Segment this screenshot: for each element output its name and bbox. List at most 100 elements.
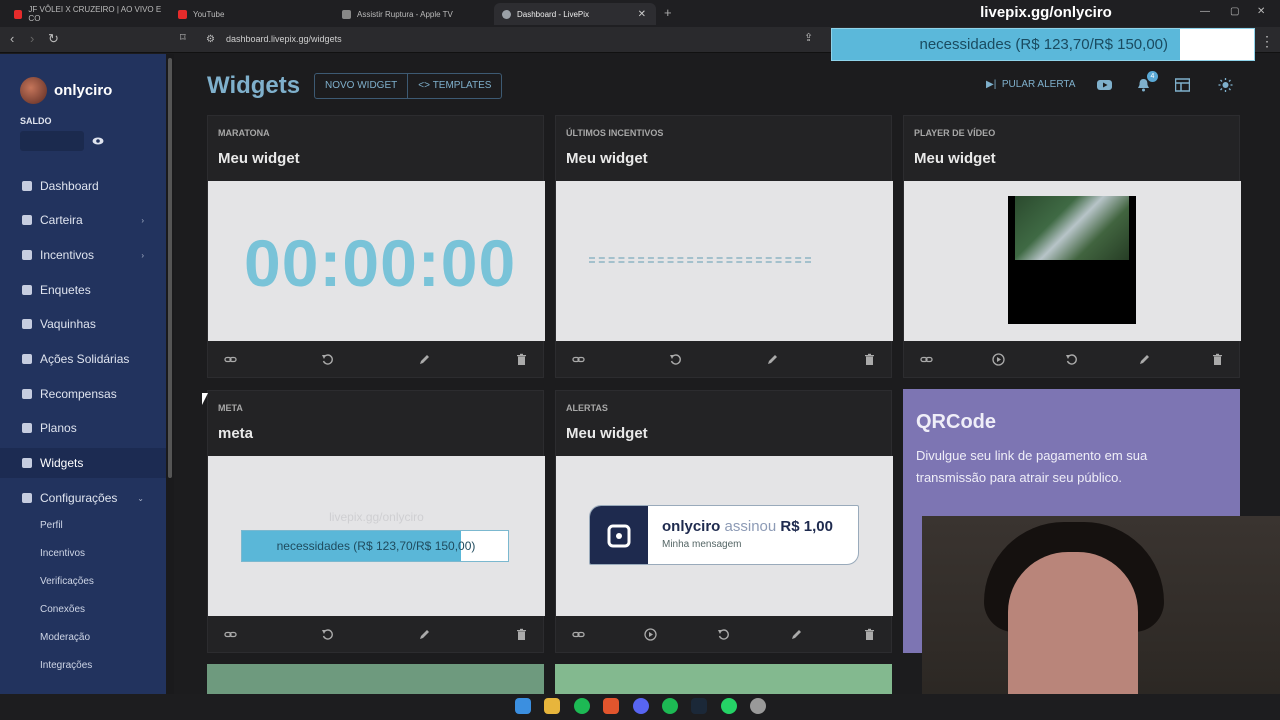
reset-icon[interactable]: [717, 628, 730, 641]
sidebar-item-dashboard[interactable]: Dashboard: [0, 171, 166, 201]
minimize-icon[interactable]: —: [1200, 6, 1210, 17]
whatsapp-icon[interactable]: [721, 698, 737, 714]
sidebar-item-vaquinhas[interactable]: Vaquinhas: [0, 309, 166, 339]
widget-type: PLAYER DE VÍDEO: [914, 128, 996, 138]
reset-icon[interactable]: [321, 628, 334, 641]
widget-type: META: [218, 403, 243, 413]
edit-icon[interactable]: [790, 628, 803, 641]
livepix-logo-icon: [590, 506, 648, 564]
file-explorer-icon[interactable]: [544, 698, 560, 714]
windows-start-icon[interactable]: [515, 698, 531, 714]
discord-icon[interactable]: [633, 698, 649, 714]
sidebar-item-incentivos[interactable]: Incentivos ›: [0, 240, 166, 270]
sun-icon[interactable]: [1218, 78, 1233, 92]
sidebar-item-recompensas[interactable]: Recompensas: [0, 379, 166, 409]
sidebar-subitem-incentivos[interactable]: Incentivos: [40, 548, 85, 559]
trash-icon[interactable]: [1211, 353, 1224, 366]
link-icon[interactable]: [224, 353, 237, 366]
sidebar-subitem-integracoes[interactable]: Integrações: [40, 660, 92, 671]
play-icon[interactable]: [992, 353, 1005, 366]
link-icon[interactable]: [224, 628, 237, 641]
tab-label: Assistir Ruptura - Apple TV: [357, 9, 453, 19]
forward-icon[interactable]: ›: [30, 31, 34, 46]
sidebar-scroll-thumb[interactable]: [168, 58, 172, 478]
new-widget-button[interactable]: NOVO WIDGET: [315, 74, 407, 98]
sidebar-item-planos[interactable]: Planos: [0, 413, 166, 443]
share-icon[interactable]: ⇪: [804, 31, 813, 44]
browser-menu-icon[interactable]: ⋮: [1260, 33, 1274, 50]
balance-label: SALDO: [20, 116, 52, 126]
sidebar-item-widgets[interactable]: Widgets: [0, 448, 166, 478]
sidebar-item-label: Enquetes: [40, 283, 91, 297]
widgets-icon: [22, 458, 32, 468]
sidebar-item-carteira[interactable]: Carteira ›: [0, 205, 166, 235]
reset-icon[interactable]: [669, 353, 682, 366]
sidebar-item-label: Widgets: [40, 456, 84, 470]
youtube-icon[interactable]: [1097, 78, 1112, 92]
reload-icon[interactable]: ↻: [48, 31, 59, 47]
heart-hand-icon: [22, 354, 32, 364]
avatar[interactable]: [20, 77, 47, 104]
bookmark-icon[interactable]: ⌑: [180, 31, 186, 44]
alert-preview: onlyciro assinou R$ 1,00 Minha mensagem: [589, 505, 859, 565]
goal-ghost-url: livepix.gg/onlyciro: [329, 510, 424, 524]
trash-icon[interactable]: [515, 353, 528, 366]
mouse-cursor: [202, 393, 208, 405]
spotify-icon[interactable]: [662, 698, 678, 714]
tab-apple-tv[interactable]: Assistir Ruptura - Apple TV: [334, 3, 494, 25]
sidebar-item-acoes-solidarias[interactable]: Ações Solidárias: [0, 344, 166, 374]
home-icon: [22, 181, 32, 191]
youtube-favicon-icon: [178, 9, 187, 19]
sidebar-subitem-verificacoes[interactable]: Verificações: [40, 576, 94, 587]
trash-icon[interactable]: [515, 628, 528, 641]
sidebar-item-enquetes[interactable]: Enquetes: [0, 275, 166, 305]
brave-browser-icon[interactable]: [603, 698, 619, 714]
link-icon[interactable]: [572, 628, 585, 641]
sidebar-subitem-moderacao[interactable]: Moderação: [40, 632, 90, 643]
widget-card-player-de-video: PLAYER DE VÍDEO Meu widget: [903, 115, 1241, 378]
back-icon[interactable]: ‹: [10, 31, 14, 46]
chevron-down-icon: ⌄: [137, 493, 144, 503]
edit-icon[interactable]: [1138, 353, 1151, 366]
sidebar-item-configuracoes[interactable]: Configurações ⌄: [0, 483, 166, 513]
header-button-group: NOVO WIDGET <> TEMPLATES: [314, 73, 503, 99]
widget-card-ultimos-incentivos: ÚLTIMOS INCENTIVOS Meu widget: [555, 115, 893, 378]
reset-icon[interactable]: [321, 353, 334, 366]
edit-icon[interactable]: [418, 628, 431, 641]
sidebar-item-label: Configurações: [40, 491, 118, 505]
steam-icon[interactable]: [691, 698, 707, 714]
link-icon[interactable]: [920, 353, 933, 366]
skip-alert-button[interactable]: ▶| PULAR ALERTA: [986, 79, 1075, 90]
reset-icon[interactable]: [1065, 353, 1078, 366]
site-info-icon[interactable]: ⚙: [206, 34, 215, 45]
layout-icon[interactable]: [1175, 78, 1190, 92]
settings-icon[interactable]: [750, 698, 766, 714]
sidebar-subitem-perfil[interactable]: Perfil: [40, 520, 63, 531]
widget-preview: 00:00:00: [208, 181, 545, 341]
widget-card-meta: META meta livepix.gg/onlyciro necessidad…: [207, 390, 545, 653]
alert-action: assinou: [724, 518, 777, 535]
play-icon[interactable]: [644, 628, 657, 641]
tab-volei[interactable]: JF VÔLEI X CRUZEIRO | AO VIVO E CO: [6, 3, 166, 25]
close-window-icon[interactable]: ✕: [1257, 6, 1265, 17]
eye-icon[interactable]: [92, 135, 104, 147]
tab-dashboard-livepix[interactable]: Dashboard - LivePix ✕: [494, 3, 656, 25]
edit-icon[interactable]: [418, 353, 431, 366]
video-thumbnail: [1015, 196, 1129, 260]
templates-button[interactable]: <> TEMPLATES: [407, 74, 501, 98]
widget-preview: livepix.gg/onlyciro necessidades (R$ 123…: [208, 456, 545, 616]
qrcode-description: Divulgue seu link de pagamento em sua tr…: [916, 448, 1148, 485]
trash-icon[interactable]: [863, 628, 876, 641]
edit-icon[interactable]: [766, 353, 779, 366]
wallet-icon: [22, 215, 32, 225]
link-icon[interactable]: [572, 353, 585, 366]
new-tab-icon[interactable]: +: [664, 5, 672, 20]
widget-type: ÚLTIMOS INCENTIVOS: [566, 128, 664, 138]
balance-hidden-value: [20, 131, 84, 151]
spotify-icon[interactable]: [574, 698, 590, 714]
maximize-icon[interactable]: ▢: [1230, 6, 1239, 17]
close-tab-icon[interactable]: ✕: [638, 9, 646, 20]
trash-icon[interactable]: [863, 353, 876, 366]
tab-youtube[interactable]: YouTube: [170, 3, 330, 25]
sidebar-subitem-conexoes[interactable]: Conexões: [40, 604, 85, 615]
